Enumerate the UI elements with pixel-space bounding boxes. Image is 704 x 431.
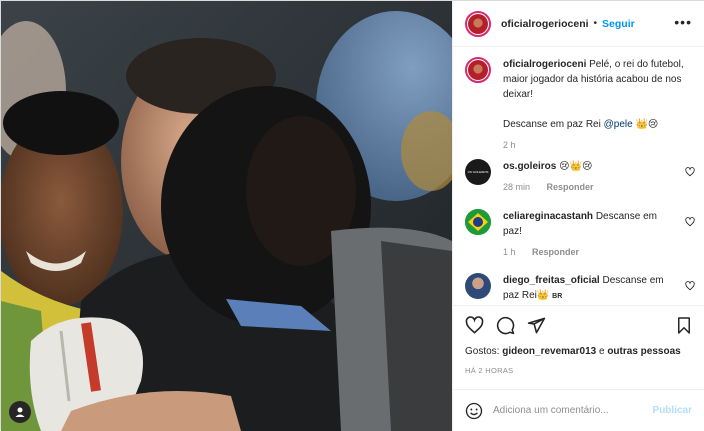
- post-caption: oficialrogerioceni Pelé, o rei do futebo…: [465, 57, 695, 153]
- publish-button[interactable]: Publicar: [653, 405, 692, 416]
- comment-icon[interactable]: [496, 316, 515, 335]
- comment-like-heart-icon[interactable]: [685, 281, 695, 291]
- likes-prefix: Gostos:: [465, 346, 503, 357]
- likes-user[interactable]: gideon_revemar013: [502, 346, 596, 357]
- post-media-photo[interactable]: [1, 1, 452, 431]
- brazil-flag-avatar: [465, 209, 491, 235]
- comment-like-heart-icon[interactable]: [685, 167, 695, 177]
- likes-others[interactable]: outras pessoas: [607, 346, 680, 357]
- author-avatar[interactable]: [465, 10, 491, 37]
- comment-text: 😢👑😢: [556, 161, 593, 172]
- bookmark-icon[interactable]: [675, 316, 693, 335]
- comment-time[interactable]: 1 h: [503, 247, 516, 257]
- tagged-users-button[interactable]: [9, 401, 31, 423]
- commenter-avatar[interactable]: [465, 209, 491, 235]
- comment-like-heart-icon[interactable]: [685, 217, 695, 227]
- comment-username[interactable]: celiareginacastanh: [503, 211, 593, 222]
- commenter-avatar[interactable]: OS GOLEIROS: [465, 159, 491, 185]
- comment-username[interactable]: diego_freitas_oficial: [503, 275, 600, 286]
- add-comment-bar: Publicar: [453, 389, 704, 431]
- share-icon[interactable]: [527, 316, 546, 335]
- comment-body: diego_freitas_oficial Descanse em paz Re…: [503, 273, 673, 304]
- emoji-icon[interactable]: [465, 402, 483, 420]
- action-bar: [453, 305, 704, 345]
- comment-time[interactable]: 28 min: [503, 182, 530, 192]
- post-side-panel: oficialrogerioceni • Seguir ••• oficialr…: [452, 1, 704, 431]
- user-tag-icon: [15, 407, 25, 417]
- comment-item: OS GOLEIROS os.goleiros 😢👑😢 28 min Respo…: [465, 159, 695, 195]
- likes-summary: Gostos: gideon_revemar013 e outras pesso…: [465, 346, 681, 357]
- reply-button[interactable]: Responder: [532, 247, 579, 257]
- follow-button[interactable]: Seguir: [602, 18, 635, 30]
- comment-item: diego_freitas_oficial Descanse em paz Re…: [465, 273, 695, 304]
- post-timestamp[interactable]: HÁ 2 HORAS: [465, 366, 513, 375]
- comments-list[interactable]: oficialrogerioceni Pelé, o rei do futebo…: [453, 47, 704, 305]
- comment-meta: 1 h Responder: [503, 245, 673, 260]
- commenter-avatar[interactable]: [465, 273, 491, 299]
- photo-illustration: [1, 1, 452, 431]
- comment-username[interactable]: os.goleiros: [503, 161, 556, 172]
- caption-body: oficialrogerioceni Pelé, o rei do futebo…: [503, 57, 693, 153]
- caption-line2: Descanse em paz Rei: [503, 119, 604, 130]
- comment-body: os.goleiros 😢👑😢 28 min Responder: [503, 159, 673, 195]
- caption-time[interactable]: 2 h: [503, 140, 516, 150]
- comment-body: celiareginacastanh Descanse em paz! 1 h …: [503, 209, 673, 260]
- avatar-logo-text: OS GOLEIROS: [467, 169, 489, 174]
- comment-meta: 28 min Responder: [503, 180, 673, 195]
- caption-username[interactable]: oficialrogerioceni: [503, 59, 586, 70]
- reply-button[interactable]: Responder: [547, 182, 594, 192]
- likes-connector: e: [596, 346, 608, 357]
- mention-link[interactable]: @pele: [604, 119, 633, 130]
- comment-input[interactable]: [493, 405, 643, 416]
- caption-emoji: 👑😢: [632, 119, 659, 130]
- comment-flag: BR: [552, 293, 563, 300]
- author-username[interactable]: oficialrogerioceni: [501, 18, 589, 30]
- caption-meta: 2 h: [503, 138, 693, 153]
- separator-dot: •: [593, 18, 598, 29]
- post-dialog: oficialrogerioceni • Seguir ••• oficialr…: [0, 0, 704, 431]
- more-options-icon[interactable]: •••: [674, 15, 692, 29]
- caption-author-avatar[interactable]: [465, 57, 491, 83]
- comment-item: celiareginacastanh Descanse em paz! 1 h …: [465, 209, 695, 260]
- post-header: oficialrogerioceni • Seguir •••: [453, 1, 704, 47]
- heart-icon[interactable]: [465, 316, 484, 335]
